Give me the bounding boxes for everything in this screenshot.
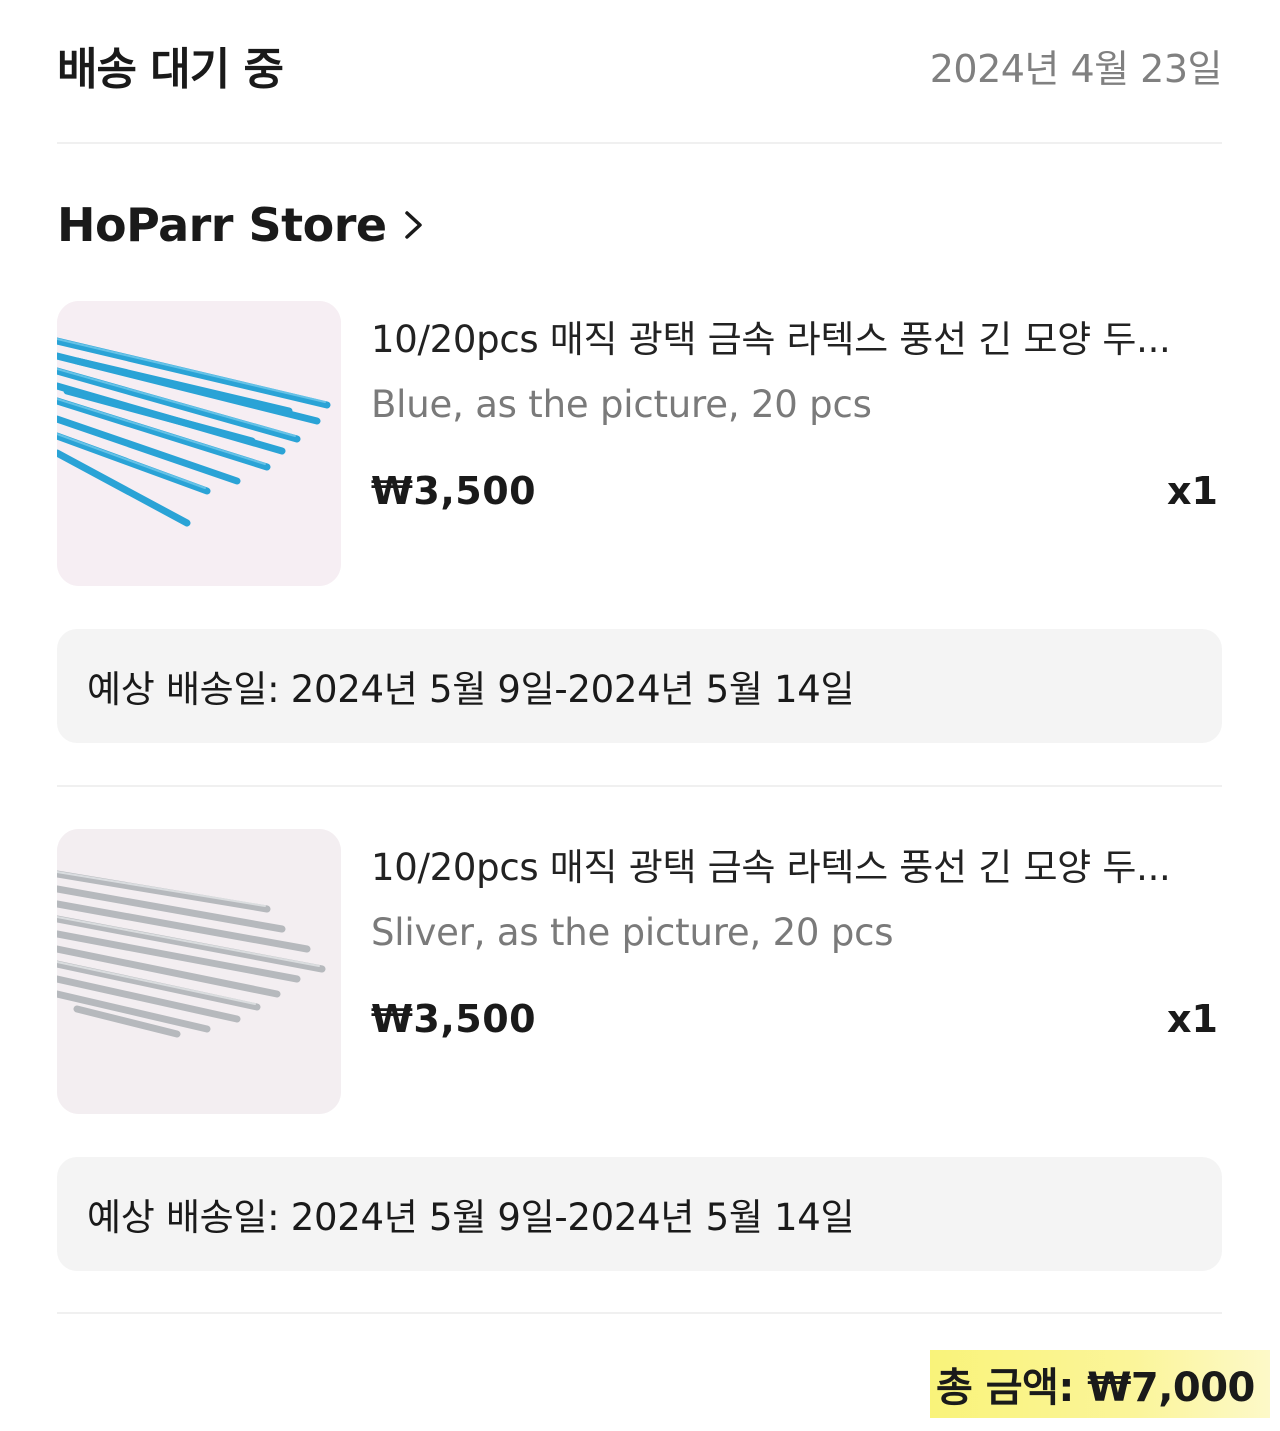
estimated-delivery: 예상 배송일: 2024년 5월 9일-2024년 5월 14일 (57, 1157, 1222, 1271)
divider (57, 785, 1222, 787)
product-price: ₩3,500 (371, 997, 537, 1041)
divider (57, 142, 1222, 144)
product-variant: Sliver, as the picture, 20 pcs (371, 911, 894, 954)
order-card: 배송 대기 중 2024년 4월 23일 HoParr Store 10/20p… (0, 0, 1280, 1431)
product-quantity: x1 (1167, 997, 1218, 1041)
order-status: 배송 대기 중 (57, 44, 284, 95)
estimated-delivery: 예상 배송일: 2024년 5월 9일-2024년 5월 14일 (57, 629, 1222, 743)
product-image[interactable] (57, 301, 341, 586)
product-price: ₩3,500 (371, 469, 537, 513)
silver-balloons-image (57, 829, 341, 1114)
order-item[interactable]: 10/20pcs 매직 광택 금속 라텍스 풍선 긴 모양 두... Slive… (57, 829, 1222, 1114)
product-quantity: x1 (1167, 469, 1218, 513)
blue-balloons-image (57, 301, 341, 586)
product-image[interactable] (57, 829, 341, 1114)
product-variant: Blue, as the picture, 20 pcs (371, 383, 872, 426)
store-name: HoParr Store (57, 198, 387, 252)
order-date: 2024년 4월 23일 (929, 46, 1223, 91)
order-item[interactable]: 10/20pcs 매직 광택 금속 라텍스 풍선 긴 모양 두... Blue,… (57, 301, 1222, 586)
chevron-right-icon (403, 207, 425, 243)
product-title[interactable]: 10/20pcs 매직 광택 금속 라텍스 풍선 긴 모양 두... (371, 309, 1218, 363)
divider (57, 1312, 1222, 1314)
product-title[interactable]: 10/20pcs 매직 광택 금속 라텍스 풍선 긴 모양 두... (371, 837, 1218, 891)
store-link[interactable]: HoParr Store (57, 192, 425, 258)
order-header: 배송 대기 중 2024년 4월 23일 (57, 30, 1223, 100)
order-total: 총 금액: ₩7,000 (930, 1350, 1270, 1418)
